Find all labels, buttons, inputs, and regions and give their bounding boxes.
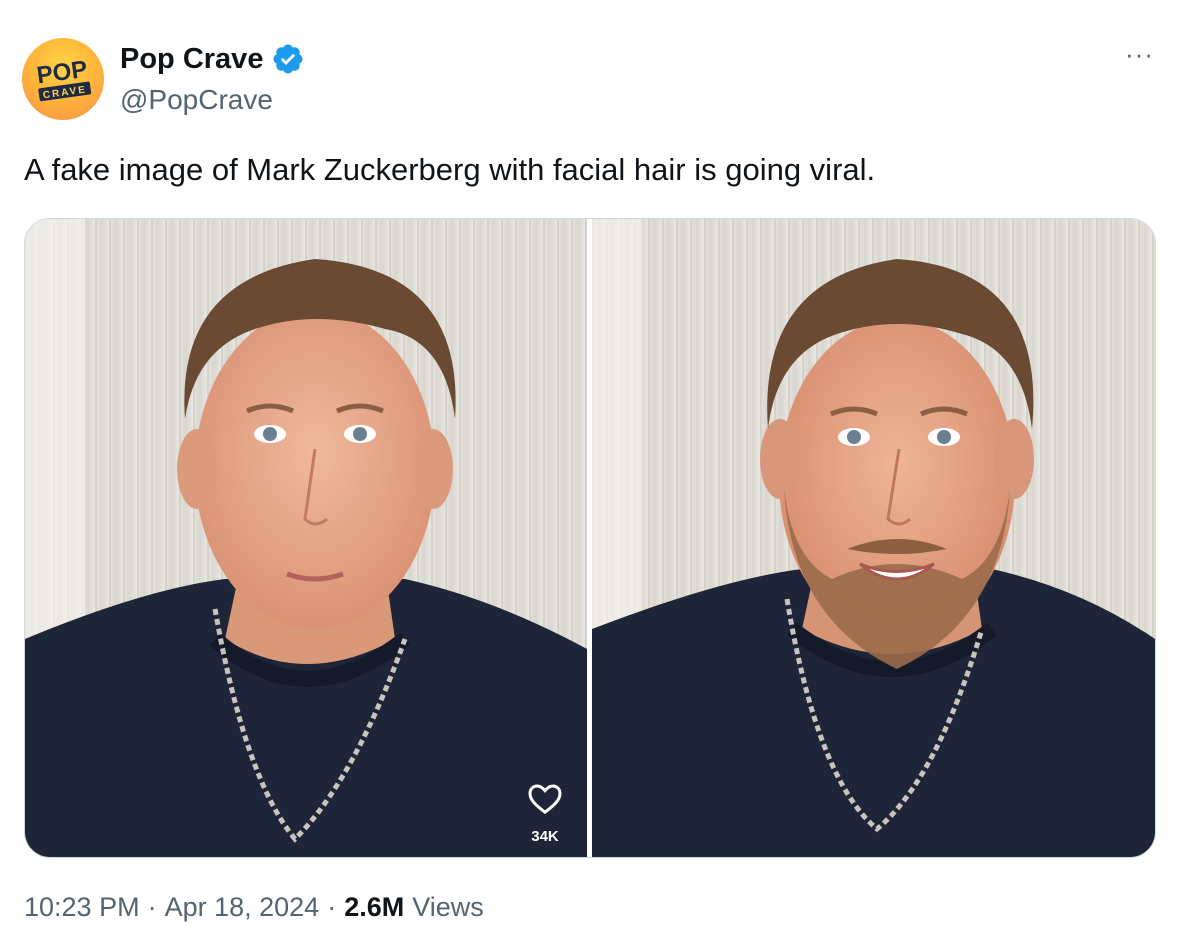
like-count: 34K [531,828,559,845]
verified-badge-icon [273,44,303,74]
avatar[interactable]: POP CRAVE [22,38,104,120]
views-label: Views [412,892,484,922]
like-overlay[interactable]: 34K [525,778,565,845]
heart-outline-icon [528,784,562,815]
display-name[interactable]: Pop Crave [120,43,263,76]
views-count[interactable]: 2.6M [344,892,404,923]
tweet-time[interactable]: 10:23 PM [24,892,140,923]
media-grid: 34K [24,218,1156,858]
meta-separator: · [147,892,157,922]
handle[interactable]: @PopCrave [120,84,273,116]
tweet-meta: 10:23 PM · Apr 18, 2024 · 2.6M Views [24,892,484,923]
display-name-row[interactable]: Pop Crave [120,42,305,76]
more-horizontal-icon[interactable]: ··· [1125,41,1154,67]
media-photo-left[interactable]: 34K [25,219,587,857]
media-photo-right[interactable] [592,219,1155,857]
tweet-text: A fake image of Mark Zuckerberg with fac… [24,152,876,187]
meta-separator: · [327,892,337,922]
tweet-date[interactable]: Apr 18, 2024 [165,892,320,923]
